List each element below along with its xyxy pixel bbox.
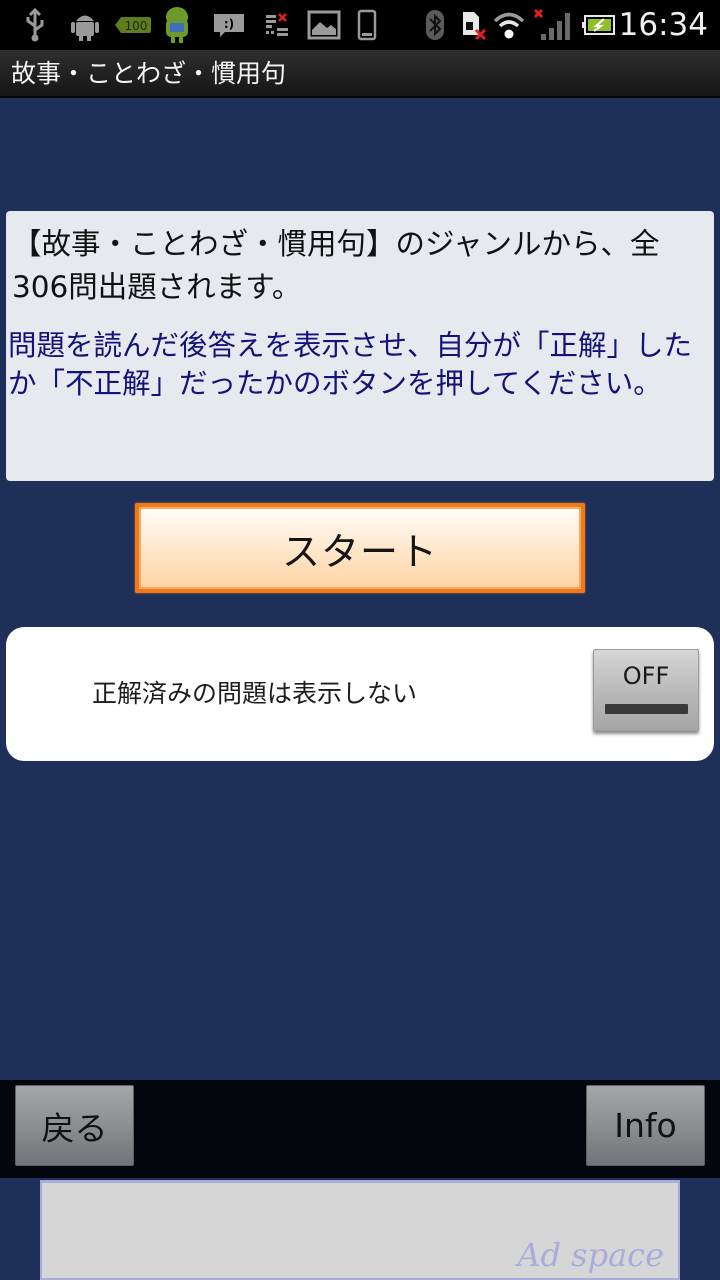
title-bar: 故事・ことわざ・慣用句 (0, 50, 720, 98)
hide-answered-label: 正解済みの問題は表示しない (92, 679, 418, 708)
page-title: 故事・ことわざ・慣用句 (11, 59, 287, 88)
clock: 16:34 (618, 7, 708, 43)
back-button-label: 戻る (41, 1108, 108, 1148)
info-box: 【故事・ことわざ・慣用句】のジャンルから、全306問出題されます。 問題を読んだ… (6, 211, 714, 481)
sim-missing-icon (460, 0, 488, 50)
hide-answered-toggle[interactable]: OFF (593, 649, 699, 731)
bluetooth-icon (424, 0, 446, 50)
hide-answered-setting: 正解済みの問題は表示しない OFF (6, 627, 714, 761)
battery-100-icon: 100 (115, 0, 151, 50)
status-bar: 100 :) 16:34 (0, 0, 720, 50)
toggle-indicator (605, 704, 688, 714)
battery-charging-icon (582, 0, 616, 50)
android-debug-icon (68, 0, 102, 50)
info-button-label: Info (614, 1106, 677, 1145)
bottom-bar: 戻る Info (0, 1080, 720, 1178)
svg-text:100: 100 (125, 19, 148, 33)
image-icon (306, 0, 342, 50)
android-app-icon (160, 0, 194, 50)
list-error-icon (262, 0, 292, 50)
start-button-label: スタート (281, 529, 438, 574)
svg-text::): :) (224, 17, 234, 31)
usb-icon (20, 0, 50, 50)
toggle-state-text: OFF (622, 662, 670, 690)
back-button[interactable]: 戻る (15, 1085, 134, 1166)
main-content: 【故事・ことわざ・慣用句】のジャンルから、全306問出題されます。 問題を読んだ… (0, 100, 720, 1080)
instruction-text: 問題を読んだ後答えを表示させ、自分が「正解」したか「不正解」だったかのボタンを押… (8, 329, 693, 400)
info-button[interactable]: Info (586, 1085, 705, 1166)
start-button[interactable]: スタート (135, 503, 585, 593)
wifi-icon (492, 0, 526, 50)
message-icon: :) (212, 0, 246, 50)
ad-banner[interactable]: Ad space (40, 1180, 680, 1280)
genre-description: 【故事・ことわざ・慣用句】のジャンルから、全306問出題されます。 (12, 227, 660, 304)
ad-space-label: Ad space (517, 1236, 664, 1274)
signal-no-service-icon (532, 0, 572, 50)
phone-icon (355, 0, 379, 50)
